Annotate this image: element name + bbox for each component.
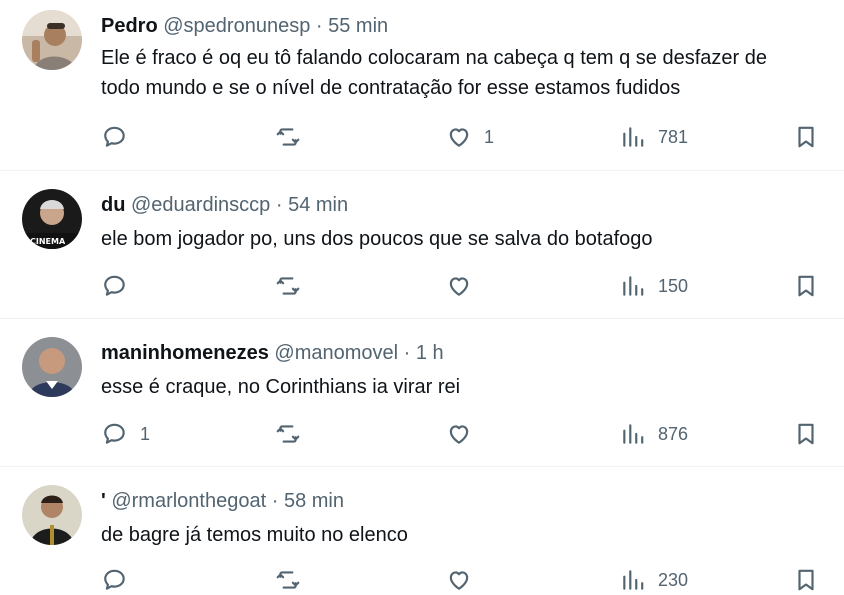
bookmark-icon — [798, 569, 814, 591]
views-count: 150 — [658, 275, 689, 296]
like-button[interactable]: 1 — [446, 122, 494, 152]
action-bar: 1 781 — [0, 122, 844, 152]
reply-item[interactable]: maninhomenezes @manomovel · 1 h esse é c… — [0, 318, 844, 466]
avatar[interactable] — [22, 10, 82, 70]
views-count: 876 — [658, 423, 689, 444]
repost-button[interactable] — [275, 122, 313, 152]
bookmark-button[interactable] — [793, 122, 819, 152]
reply-text: Ele é fraco é oq eu tô falando colocaram… — [101, 43, 844, 103]
action-bar: 1 876 — [0, 419, 844, 449]
views-count: 230 — [658, 569, 689, 590]
reply-header: du @eduardinsccp · 54 min — [101, 192, 348, 218]
reply-text-line: ele bom jogador po, uns dos poucos que s… — [101, 228, 653, 250]
bookmark-button[interactable] — [793, 565, 819, 595]
avatar-photo: CINEMA — [22, 189, 82, 249]
heart-icon — [449, 425, 469, 444]
bar-chart-icon — [623, 127, 644, 147]
reply-button[interactable] — [102, 271, 140, 301]
reply-text-line: esse é craque, no Corinthians ia virar r… — [101, 376, 461, 398]
like-button[interactable] — [446, 565, 484, 595]
views-button[interactable]: 781 — [620, 122, 688, 152]
bookmark-button[interactable] — [793, 271, 819, 301]
action-bar: 150 — [0, 271, 844, 301]
repost-button[interactable] — [275, 419, 313, 449]
heart-icon — [449, 277, 469, 296]
reply-header: Pedro @spedronunesp · 55 min — [101, 13, 388, 39]
avatar-photo — [22, 10, 82, 70]
bar-chart-icon — [623, 424, 644, 444]
views-count: 781 — [658, 126, 689, 147]
separator: · — [403, 342, 411, 364]
avatar[interactable] — [22, 337, 82, 397]
bookmark-button[interactable] — [793, 419, 819, 449]
like-button[interactable] — [446, 419, 484, 449]
views-button[interactable]: 150 — [620, 271, 688, 301]
author-name[interactable]: ' — [101, 490, 106, 512]
reply-text-line: todo mundo e se o nível de contratação f… — [101, 77, 681, 99]
repost-button[interactable] — [275, 565, 313, 595]
timestamp[interactable]: 55 min — [328, 15, 388, 37]
heart-icon — [449, 128, 469, 147]
author-handle[interactable]: @rmarlonthegoat — [111, 490, 266, 512]
bookmark-icon — [798, 275, 814, 297]
like-button[interactable] — [446, 271, 484, 301]
author-handle[interactable]: @spedronunesp — [163, 15, 310, 37]
reply-text: de bagre já temos muito no elenco — [101, 520, 844, 550]
reply-count: 1 — [140, 423, 151, 444]
author-name[interactable]: maninhomenezes — [101, 342, 269, 364]
repost-arrows-icon — [276, 571, 300, 589]
reply-item[interactable]: Pedro @spedronunesp · 55 min Ele é fraco… — [0, 0, 844, 170]
avatar-photo — [22, 337, 82, 397]
separator: · — [275, 194, 283, 216]
separator: · — [315, 15, 323, 37]
author-handle[interactable]: @eduardinsccp — [131, 194, 270, 216]
like-count: 1 — [484, 126, 495, 147]
reply-text: esse é craque, no Corinthians ia virar r… — [101, 372, 844, 402]
repost-arrows-icon — [276, 277, 300, 295]
reply-header: maninhomenezes @manomovel · 1 h — [101, 340, 444, 366]
reply-item[interactable]: CINEMA du @eduardinsccp · 54 min ele bom… — [0, 170, 844, 318]
avatar-text: CINEMA — [30, 237, 66, 246]
avatar-photo — [22, 485, 82, 545]
reply-button[interactable]: 1 — [102, 419, 150, 449]
reply-button[interactable] — [102, 122, 140, 152]
speech-bubble-icon — [104, 569, 125, 590]
speech-bubble-icon — [104, 126, 125, 147]
reply-text-line: Ele é fraco é oq eu tô falando colocaram… — [101, 47, 767, 69]
timestamp[interactable]: 1 h — [416, 342, 444, 364]
timestamp[interactable]: 54 min — [288, 194, 348, 216]
reply-text-line: de bagre já temos muito no elenco — [101, 524, 408, 546]
bar-chart-icon — [623, 276, 644, 296]
author-handle[interactable]: @manomovel — [274, 342, 398, 364]
author-name[interactable]: Pedro — [101, 15, 158, 37]
views-button[interactable]: 876 — [620, 419, 688, 449]
bar-chart-icon — [623, 570, 644, 590]
speech-bubble-icon — [104, 275, 125, 296]
repost-button[interactable] — [275, 271, 313, 301]
author-name[interactable]: du — [101, 194, 125, 216]
timestamp[interactable]: 58 min — [284, 490, 344, 512]
reply-button[interactable] — [102, 565, 140, 595]
bookmark-icon — [798, 126, 814, 148]
heart-icon — [449, 571, 469, 590]
repost-arrows-icon — [276, 128, 300, 146]
reply-item[interactable]: ' @rmarlonthegoat · 58 min de bagre já t… — [0, 466, 844, 594]
reply-header: ' @rmarlonthegoat · 58 min — [101, 488, 344, 514]
bookmark-icon — [798, 423, 814, 445]
avatar[interactable] — [22, 485, 82, 545]
action-bar: 230 — [0, 565, 844, 595]
repost-arrows-icon — [276, 425, 300, 443]
reply-feed: Pedro @spedronunesp · 55 min Ele é fraco… — [0, 0, 844, 594]
speech-bubble-icon — [104, 423, 125, 444]
separator: · — [271, 490, 279, 512]
reply-text: ele bom jogador po, uns dos poucos que s… — [101, 224, 844, 254]
avatar[interactable]: CINEMA — [22, 189, 82, 249]
views-button[interactable]: 230 — [620, 565, 688, 595]
